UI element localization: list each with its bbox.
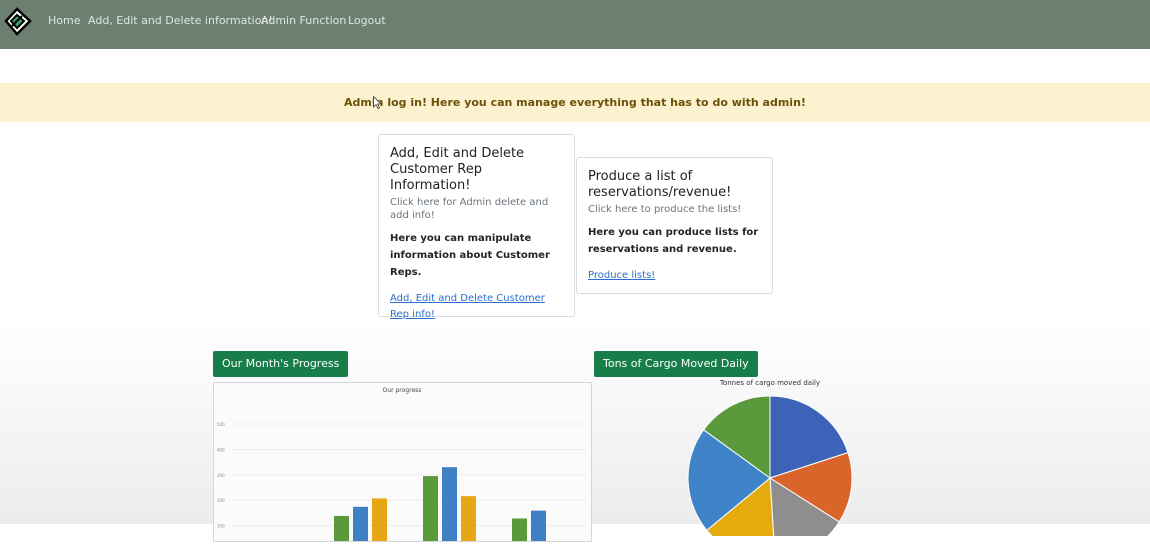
progress-bar-chart: Our progress 100 200 300 400 500 bbox=[213, 382, 592, 545]
y-tick-label: 500 bbox=[217, 422, 225, 427]
pie-chart-title: Tonnes of cargo moved daily bbox=[719, 379, 820, 387]
y-tick-label: 100 bbox=[217, 524, 225, 529]
cargo-chart-svg: Tonnes of cargo moved daily bbox=[687, 379, 853, 545]
nav-admin-function-link[interactable]: Admin Function bbox=[261, 14, 346, 27]
y-tick-label: 300 bbox=[217, 473, 225, 478]
bar bbox=[423, 476, 438, 545]
alert-text: Admin log in! Here you can manage everyt… bbox=[344, 96, 806, 109]
bar bbox=[531, 510, 546, 545]
bar bbox=[334, 515, 349, 545]
produce-lists-link[interactable]: Produce lists! bbox=[588, 268, 761, 284]
reservations-revenue-card: Produce a list of reservations/revenue! … bbox=[576, 157, 773, 294]
bar bbox=[512, 518, 527, 545]
top-navbar: Home Add, Edit and Delete information! A… bbox=[0, 0, 1150, 49]
card-text: Here you can produce lists for reservati… bbox=[588, 227, 759, 255]
nav-logout-link[interactable]: Logout bbox=[348, 14, 386, 27]
nav-add-edit-delete-link[interactable]: Add, Edit and Delete information! bbox=[88, 14, 273, 27]
bar bbox=[372, 498, 387, 545]
customer-rep-info-link[interactable]: Add, Edit and Delete Customer Rep info! bbox=[390, 291, 563, 323]
nav-home-link[interactable]: Home bbox=[48, 14, 80, 27]
bar bbox=[461, 496, 476, 545]
y-tick-label: 400 bbox=[217, 447, 225, 452]
cargo-pie-chart: Tonnes of cargo moved daily bbox=[660, 376, 880, 545]
admin-alert-banner: Admin log in! Here you can manage everyt… bbox=[0, 83, 1150, 122]
card-title: Add, Edit and Delete Customer Rep Inform… bbox=[390, 146, 525, 193]
card-title: Produce a list of reservations/revenue! bbox=[588, 169, 732, 200]
bar-chart-title: Our progress bbox=[383, 387, 422, 394]
brand-logo-icon[interactable] bbox=[0, 4, 34, 38]
y-tick-label: 200 bbox=[217, 498, 225, 503]
mouse-cursor-icon bbox=[373, 96, 382, 109]
month-progress-button[interactable]: Our Month's Progress bbox=[213, 351, 349, 377]
progress-chart-svg: Our progress 100 200 300 400 500 bbox=[217, 387, 586, 545]
customer-rep-card: Add, Edit and Delete Customer Rep Inform… bbox=[378, 134, 575, 320]
card-text: Here you can manipulate information abou… bbox=[390, 233, 550, 278]
card-subtitle: Click here to produce the lists! bbox=[588, 204, 742, 215]
bar bbox=[442, 467, 457, 545]
cargo-moved-button[interactable]: Tons of Cargo Moved Daily bbox=[594, 351, 758, 377]
card-subtitle: Click here for Admin delete and add info… bbox=[390, 197, 549, 221]
